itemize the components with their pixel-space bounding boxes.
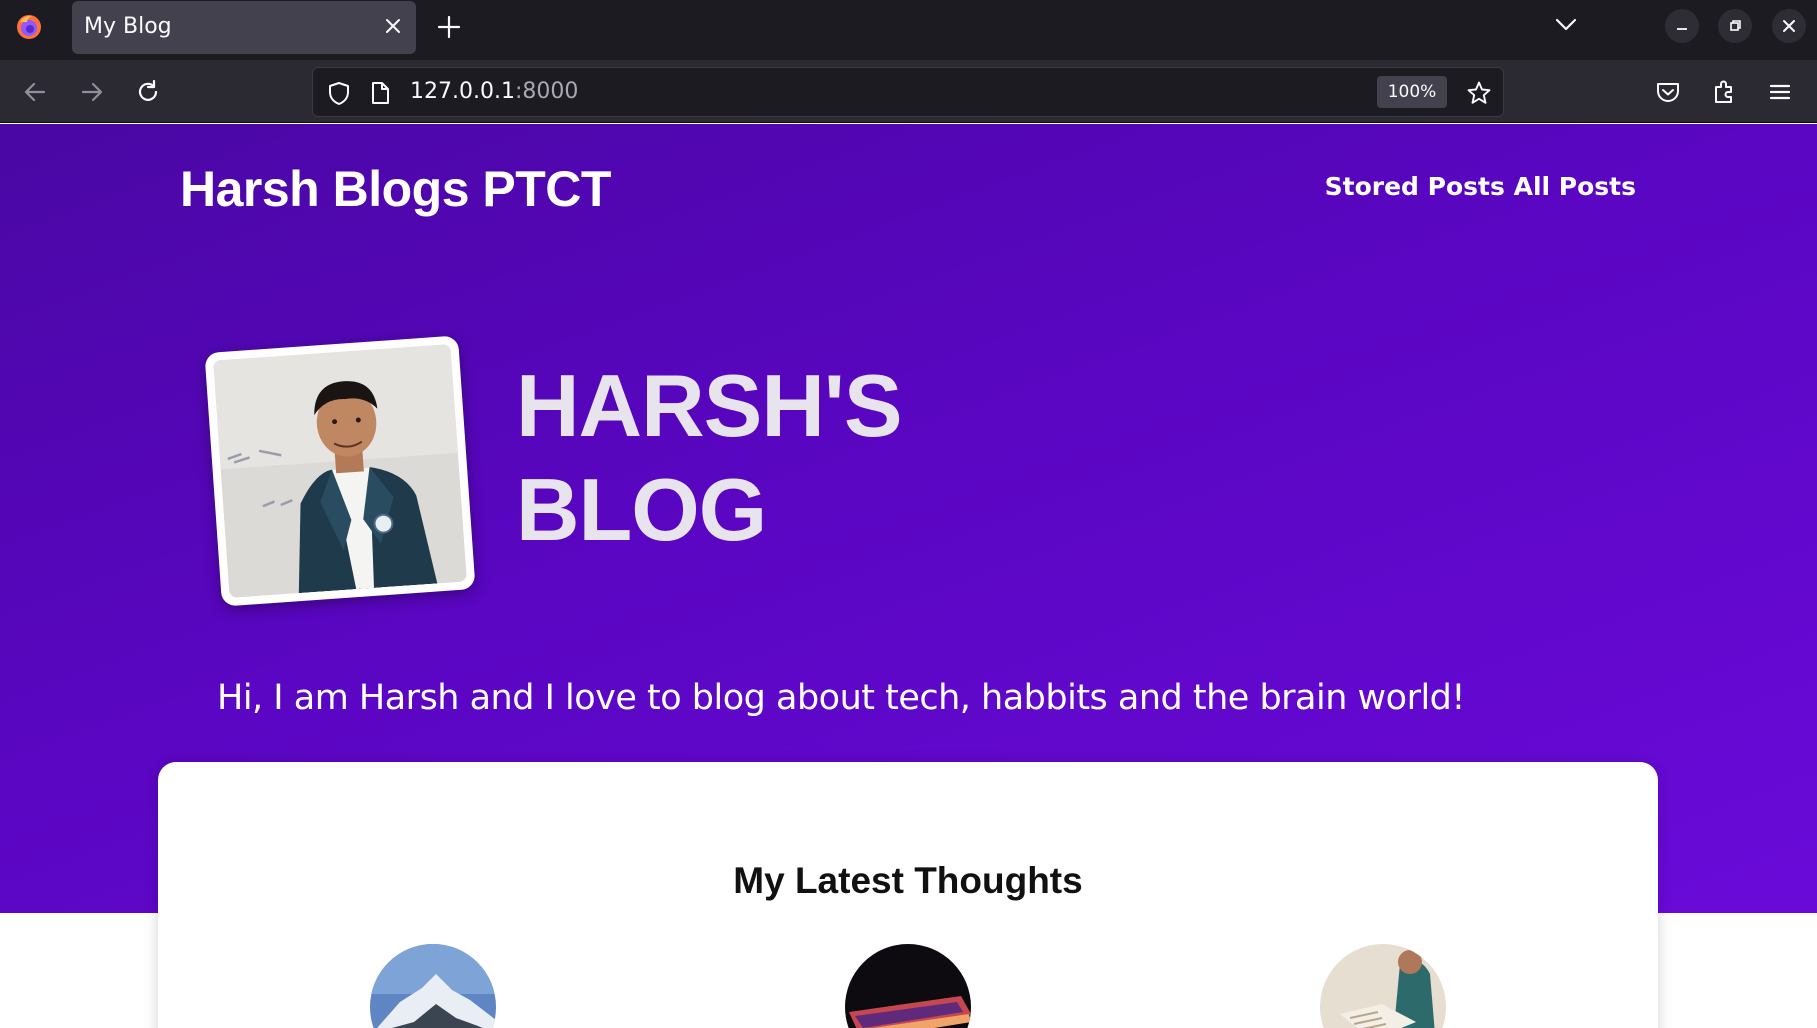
nav-link-all-posts[interactable]: All Posts	[1514, 172, 1636, 201]
address-bar[interactable]: 127.0.0.1:8000 100%	[312, 67, 1504, 117]
site-title[interactable]: Harsh Blogs PTCT	[180, 160, 611, 218]
nav-link-stored-posts[interactable]: Stored Posts	[1325, 172, 1505, 201]
hamburger-menu-icon[interactable]	[1766, 78, 1794, 106]
post-thumbnail-laptop[interactable]	[845, 944, 971, 1028]
extensions-puzzle-icon[interactable]	[1710, 78, 1738, 106]
url-port: :8000	[514, 79, 579, 104]
profile-photo-image	[212, 343, 468, 599]
new-tab-icon[interactable]	[436, 14, 462, 40]
url-host: 127.0.0.1	[410, 79, 515, 104]
reload-icon[interactable]	[134, 78, 162, 106]
tab-title: My Blog	[84, 14, 172, 39]
close-window-button[interactable]	[1772, 9, 1806, 43]
site-nav: Stored Posts All Posts	[1325, 172, 1636, 201]
browser-tab-bar: My Blog	[0, 0, 1817, 60]
pocket-icon[interactable]	[1654, 78, 1682, 106]
zoom-level-button[interactable]: 100%	[1377, 76, 1447, 108]
browser-toolbar: 127.0.0.1:8000 100%	[0, 60, 1817, 123]
url-text[interactable]: 127.0.0.1:8000	[410, 79, 578, 104]
web-page: Harsh Blogs PTCT Stored Posts All Posts	[0, 124, 1817, 1028]
tab-my-blog[interactable]: My Blog	[72, 1, 416, 54]
close-tab-icon[interactable]	[382, 15, 404, 37]
post-thumbnail-mountain[interactable]	[370, 944, 496, 1028]
page-info-icon[interactable]	[369, 80, 391, 106]
forward-arrow-icon[interactable]	[78, 78, 106, 106]
post-thumbnail-reading[interactable]	[1320, 944, 1446, 1028]
latest-posts-title: My Latest Thoughts	[733, 860, 1083, 901]
hero-heading-line-1: HARSH'S	[516, 356, 903, 455]
hero-tagline: Hi, I am Harsh and I love to blog about …	[217, 678, 1465, 718]
chevron-down-icon[interactable]	[1554, 16, 1578, 34]
bookmark-star-icon[interactable]	[1466, 80, 1492, 106]
tracking-protection-shield-icon[interactable]	[326, 80, 352, 106]
minimize-window-button[interactable]	[1665, 9, 1699, 43]
back-arrow-icon[interactable]	[21, 78, 49, 106]
profile-photo	[204, 335, 476, 607]
hero-heading-line-2: BLOG	[516, 460, 767, 559]
hero-heading: HARSH'S BLOG	[516, 354, 903, 562]
latest-posts-card: My Latest Thoughts	[158, 762, 1658, 1028]
firefox-logo-icon[interactable]	[14, 12, 44, 42]
restore-window-button[interactable]	[1718, 9, 1752, 43]
